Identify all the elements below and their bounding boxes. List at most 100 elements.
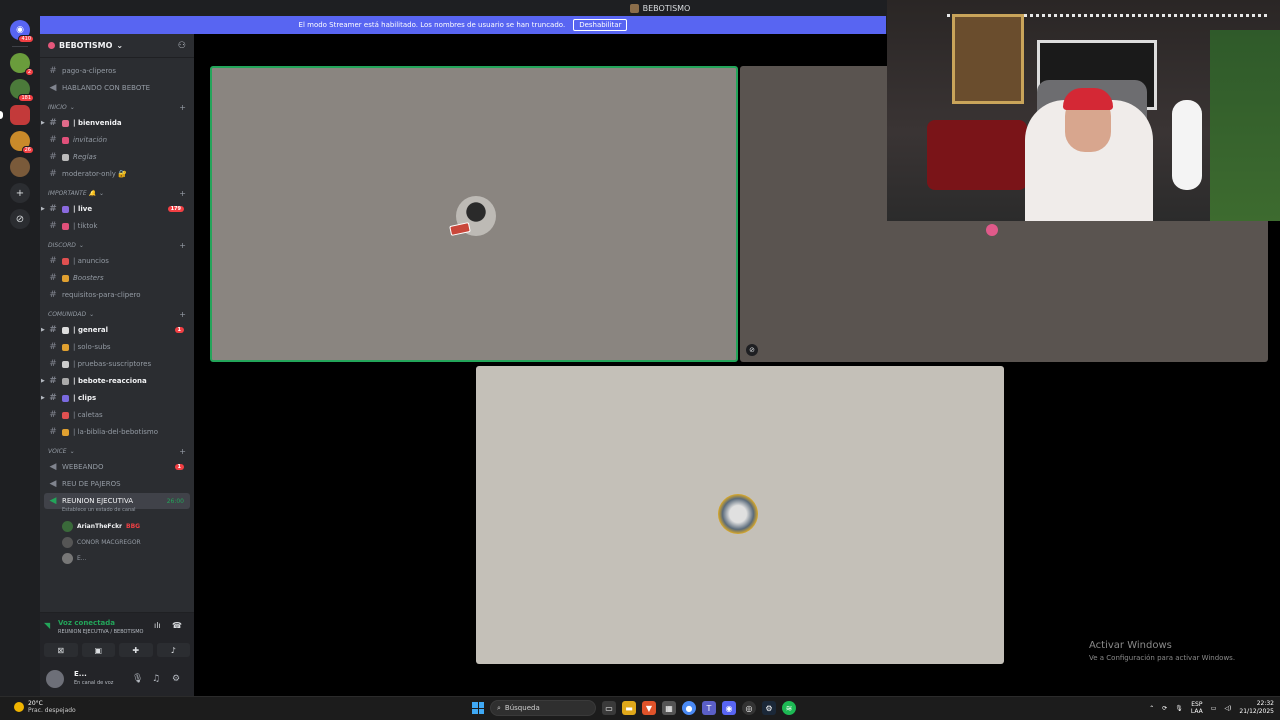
server-icon[interactable] xyxy=(10,157,30,177)
mic-tray-icon[interactable]: 🎙 xyxy=(1175,705,1183,712)
channel-item[interactable]: # Boosters xyxy=(44,270,190,286)
user-name: E... xyxy=(74,670,87,678)
channel-item[interactable]: # requisitos-para-clipero xyxy=(44,287,190,303)
channel-item[interactable]: # Reglas xyxy=(44,149,190,165)
channel-item[interactable]: # pago-a-cliperos xyxy=(44,63,190,79)
plus-icon[interactable]: + xyxy=(179,310,186,319)
task-view-icon[interactable]: ▭ xyxy=(602,701,616,715)
voice-channel-path[interactable]: REUNION EJECUTIVA / BEBOTISMO xyxy=(58,629,143,635)
obs-icon[interactable]: ◎ xyxy=(742,701,756,715)
channel-item[interactable]: ▶ # | bienvenida xyxy=(41,115,190,131)
category-header[interactable]: IMPORTANTE 🔔 ⌄ + xyxy=(48,187,190,199)
server-badge-icon xyxy=(48,42,55,49)
add-server-button[interactable]: + xyxy=(10,183,30,203)
voice-user[interactable]: CONOR MACGREGOR xyxy=(62,535,141,549)
hash-icon: # xyxy=(49,152,57,162)
calendar-icon[interactable]: ▦ xyxy=(662,701,676,715)
sync-icon[interactable]: ⟳ xyxy=(1162,705,1167,712)
voice-user-name: ArianTheFckr xyxy=(77,522,123,530)
plus-icon[interactable]: + xyxy=(179,447,186,456)
channel-item[interactable]: ◀ HABLANDO CON BEBOTE xyxy=(44,80,190,96)
teams-icon[interactable]: T xyxy=(702,701,716,715)
gear-icon[interactable]: ⚙ xyxy=(172,674,180,684)
taskbar: 20°C Prac. despejado ⌕ Búsqueda ▭ ▬ ▼ ▦ … xyxy=(0,696,1280,720)
volume-icon[interactable]: ◁) xyxy=(1224,705,1231,712)
server-icon[interactable]: 181 xyxy=(10,79,34,102)
network-icon[interactable]: ▭ xyxy=(1211,705,1217,712)
channel-item[interactable]: # | anuncios xyxy=(44,253,190,269)
participant-tile[interactable] xyxy=(476,366,1004,664)
plus-icon[interactable]: + xyxy=(179,241,186,250)
clock[interactable]: 22:32 21/12/2025 xyxy=(1239,700,1274,716)
spotify-icon[interactable]: ≋ xyxy=(782,701,796,715)
direct-messages-button[interactable]: ◉ 410 xyxy=(10,20,34,43)
channel-item[interactable]: ▶ # | clips xyxy=(41,390,190,406)
channel-emoji-icon xyxy=(62,428,69,436)
voice-user[interactable]: ArianTheFckr BBG xyxy=(62,519,140,533)
channel-item[interactable]: # | tiktok xyxy=(44,218,190,234)
channel-item[interactable]: ◀ REU DE PAJEROS xyxy=(44,476,190,492)
avatar[interactable] xyxy=(46,670,64,688)
server-icon[interactable] xyxy=(0,105,30,125)
channel-item[interactable]: # moderator-only 🔐 xyxy=(44,166,190,182)
noise-suppression-icon[interactable]: ılı xyxy=(154,621,161,630)
chevron-up-icon[interactable]: ⌃ xyxy=(1149,705,1154,712)
hash-icon: # xyxy=(49,135,57,145)
category-header[interactable]: COMUNIDAD ⌄ + xyxy=(48,308,190,320)
invite-people-icon[interactable]: ⚇ xyxy=(178,41,186,51)
soundboard-button[interactable]: ♪ xyxy=(156,643,190,657)
channel-item[interactable]: # | solo-subs xyxy=(44,339,190,355)
voice-user[interactable]: E... xyxy=(62,551,87,565)
camera-button[interactable]: ⊠ xyxy=(44,643,78,657)
steam-icon[interactable]: ⚙ xyxy=(762,701,776,715)
screen-share-button[interactable]: ▣ xyxy=(81,643,115,657)
disable-streamer-button[interactable]: Deshabilitar xyxy=(573,19,628,31)
chevron-down-icon: ⌄ xyxy=(69,103,75,111)
channel-item[interactable]: ◀ WEBEANDO 1 xyxy=(44,459,190,475)
hash-icon: # xyxy=(49,359,57,369)
server-header[interactable]: BEBOTISMO ⌄ ⚇ xyxy=(40,34,194,58)
selected-pill xyxy=(0,111,3,119)
language-indicator[interactable]: ESP LAA xyxy=(1191,701,1203,715)
channel-item[interactable]: ▶ # | live 179 xyxy=(41,201,190,217)
activities-button[interactable]: ✚ xyxy=(119,643,153,657)
brave-browser-icon[interactable]: ▼ xyxy=(642,701,656,715)
category-label: VOICE xyxy=(48,447,67,455)
discover-button[interactable]: ⊘ xyxy=(10,209,30,229)
weather-widget[interactable]: 20°C Prac. despejado xyxy=(14,700,76,714)
disconnect-icon[interactable]: ☎ xyxy=(172,621,182,630)
headphones-icon[interactable]: ♫ xyxy=(152,674,160,684)
plus-icon[interactable]: + xyxy=(179,189,186,198)
channel-emoji-icon xyxy=(62,136,69,144)
microphone-icon[interactable]: 🎙 xyxy=(132,674,143,684)
taskbar-search[interactable]: ⌕ Búsqueda xyxy=(490,700,596,716)
channel-item[interactable]: # | pruebas-suscriptores xyxy=(44,356,190,372)
chrome-icon[interactable]: ● xyxy=(682,701,696,715)
hash-icon: # xyxy=(49,256,57,266)
discord-icon[interactable]: ◉ xyxy=(722,701,736,715)
channel-item[interactable]: # | caletas xyxy=(44,407,190,423)
channel-label: requisitos-para-clipero xyxy=(62,291,141,299)
category-header[interactable]: VOICE ⌄ + xyxy=(48,445,190,457)
category-header[interactable]: INICIO ⌄ + xyxy=(48,101,190,113)
channel-item[interactable]: ▶ # | general 1 xyxy=(41,322,190,338)
server-icon[interactable]: 2 xyxy=(10,53,34,76)
category-header[interactable]: DISCORD ⌄ + xyxy=(48,239,190,251)
start-button[interactable] xyxy=(472,702,484,714)
channel-emoji-icon xyxy=(62,205,69,213)
file-explorer-icon[interactable]: ▬ xyxy=(622,701,636,715)
channel-item[interactable]: # | la-biblia-del-bebotismo xyxy=(44,424,190,440)
plus-icon[interactable]: + xyxy=(179,103,186,112)
channel-label: REUNION EJECUTIVA xyxy=(62,497,134,505)
category-label: IMPORTANTE 🔔 xyxy=(48,189,96,197)
channel-emoji-icon xyxy=(62,394,69,402)
unread-arrow-icon: ▶ xyxy=(41,206,45,212)
user-panel: E... En canal de voz 🎙 ♫ ⚙ xyxy=(40,664,194,696)
server-icon[interactable]: 26 xyxy=(10,131,34,154)
channel-status[interactable]: Establece un estado de canal xyxy=(62,507,136,513)
speaker-icon: ◀ xyxy=(49,479,57,489)
channel-item[interactable]: ▶ # | bebote-reacciona xyxy=(41,373,190,389)
participant-tile-speaking[interactable] xyxy=(210,66,738,362)
clock-date: 21/12/2025 xyxy=(1239,708,1274,715)
channel-item[interactable]: # invitación xyxy=(44,132,190,148)
